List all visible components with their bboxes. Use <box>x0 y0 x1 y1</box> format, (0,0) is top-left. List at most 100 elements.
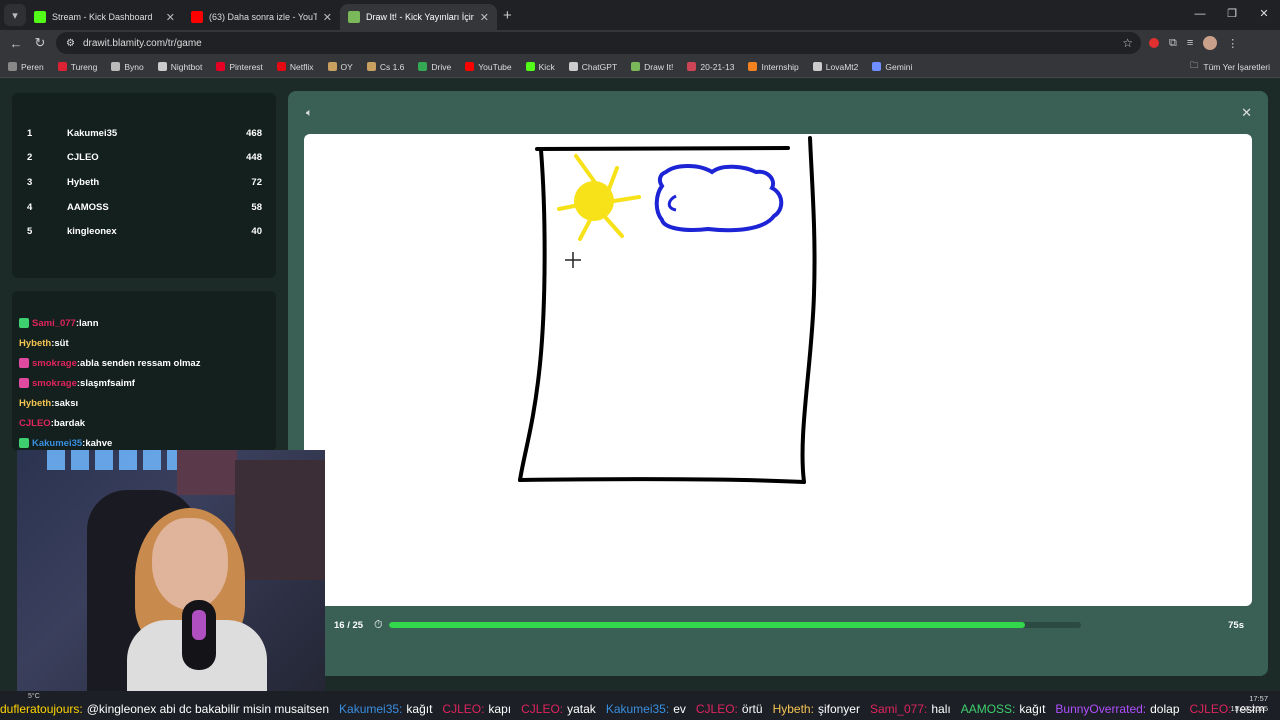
clock[interactable]: 17:57 15.02.2025 <box>1230 694 1268 714</box>
bookmarks-bar: Peren Tureng Byno Nightbot Pinterest Netflix O… <box>0 56 1280 78</box>
bookmark-item[interactable]: Cs 1.6 <box>366 61 405 72</box>
bookmark-star-icon[interactable]: ☆ <box>1122 36 1133 50</box>
chat-message: CJLEO:bardak <box>19 413 276 433</box>
bookmark-item[interactable]: Netflix <box>276 62 314 72</box>
bookmark-label: Tureng <box>70 61 98 72</box>
bookmark-item[interactable]: LovaMt2 <box>812 62 858 72</box>
chat-username[interactable]: CJLEO <box>19 418 51 429</box>
time-progress-bar <box>388 622 1081 628</box>
bookmark-item[interactable]: Pinterest <box>216 62 263 72</box>
draw-it-icon <box>348 11 360 23</box>
chat-username[interactable]: smokrage <box>32 378 77 389</box>
bookmark-item[interactable]: OY <box>327 62 353 72</box>
site-info-icon[interactable]: ⚙ <box>66 38 75 49</box>
leaderboard-row: 4 AAMOSS 58 <box>12 195 276 220</box>
close-tab-icon[interactable]: ✕ <box>166 11 175 24</box>
profile-avatar[interactable] <box>1203 36 1218 50</box>
bookmark-label: Gemini <box>885 61 913 72</box>
chat-username[interactable]: Sami_077 <box>32 318 76 329</box>
bookmark-item[interactable]: Drive <box>418 62 451 72</box>
tab-draw-it[interactable]: Draw It! - Kick Yayınları İçin Çizi ✕ <box>340 4 497 30</box>
record-extension-icon[interactable] <box>1149 38 1159 48</box>
extensions-icon[interactable]: ⧉ <box>1169 37 1177 50</box>
leaderboard-row: 1 Kakumei35 468 <box>12 121 276 146</box>
ticker-text: kapı <box>488 702 512 716</box>
weather-widget[interactable]: 5°C <box>28 693 40 700</box>
player-name: Kakumei35 <box>67 127 118 139</box>
taskbar: 5°C dufleratoujours: @kingleonex abi dc b… <box>0 691 1280 720</box>
player-name: CJLEO <box>67 152 99 164</box>
bookmark-item[interactable]: Nightbot <box>157 61 203 72</box>
score: 448 <box>246 152 262 164</box>
drawing <box>518 136 817 484</box>
ticker-text: dolap <box>1150 702 1180 716</box>
close-window-button[interactable]: ✕ <box>1248 0 1280 28</box>
minimize-button[interactable]: — <box>1184 0 1216 28</box>
bookmark-icon <box>111 62 121 71</box>
bookmark-item[interactable]: Gemini <box>872 62 912 72</box>
url-field[interactable]: ⚙ drawit.blamity.com/tr/game ☆ <box>56 32 1141 54</box>
chat-username[interactable]: Hybeth <box>19 338 51 349</box>
frame-top-stroke <box>535 146 790 151</box>
bookmark-icon <box>568 62 578 71</box>
bookmark-item[interactable]: 20-21-13 <box>687 62 734 72</box>
all-bookmarks-button[interactable]: 🗀 Tüm Yer İşaretleri <box>1190 60 1270 74</box>
tab-search-icon[interactable]: ▾ <box>4 4 26 26</box>
bookmark-item[interactable]: Internship <box>748 62 799 72</box>
frame-left-stroke <box>518 148 547 482</box>
reload-button[interactable]: ↻ <box>28 35 52 51</box>
close-tab-icon[interactable]: ✕ <box>323 11 332 24</box>
bookmark-item[interactable]: YouTube <box>465 61 512 72</box>
chat-username[interactable]: smokrage <box>32 358 77 369</box>
bookmark-item[interactable]: Tureng <box>57 61 98 72</box>
back-button[interactable]: ← <box>4 36 28 51</box>
microphone-light <box>192 610 206 640</box>
bookmark-item[interactable]: Peren <box>8 62 44 72</box>
chat-text: :saksı <box>51 397 79 409</box>
ticker-username: Kakumei35: <box>605 702 670 716</box>
round-progress: 16 / 25 ⏱ 75s <box>304 613 1252 637</box>
shelf <box>235 460 325 580</box>
ticker-text: @kingleonex abi dc bakabilir misin musai… <box>86 702 330 716</box>
bookmark-icon <box>57 62 67 71</box>
bookmark-item[interactable]: Kick <box>525 61 555 72</box>
chat-message: Hybeth:süt <box>19 333 276 353</box>
ticker-username: CJLEO: <box>695 702 738 716</box>
sound-icon[interactable]: 🔈︎ <box>306 107 313 120</box>
tab-youtube[interactable]: (63) Daha sonra izle - YouTube ✕ <box>183 4 340 30</box>
bookmark-item[interactable]: ChatGPT <box>568 62 617 72</box>
leaderboard-row: 3 Hybeth 72 <box>12 170 276 195</box>
ticker-text: ev <box>673 702 686 716</box>
player-name: AAMOSS <box>67 201 109 213</box>
bookmark-icon <box>216 62 226 71</box>
cloud-detail <box>667 194 677 212</box>
menu-icon[interactable]: ⋮ <box>1227 37 1238 50</box>
close-icon[interactable]: ✕ <box>1241 105 1252 121</box>
bookmark-label: Pinterest <box>229 61 263 72</box>
bookmark-label: Cs 1.6 <box>379 61 405 72</box>
bookmark-item[interactable]: Byno <box>111 62 144 72</box>
bookmark-label: YouTube <box>478 61 512 72</box>
chat-text: :lann <box>75 317 99 329</box>
bookmark-label: Draw It! <box>644 61 674 72</box>
new-tab-button[interactable]: + <box>503 7 512 24</box>
clock-date: 15.02.2025 <box>1230 704 1268 713</box>
chat-username[interactable]: Hybeth <box>19 398 51 409</box>
chat-username[interactable]: Kakumei35 <box>32 438 82 449</box>
bookmark-item[interactable]: Draw It! <box>631 62 673 72</box>
drawing-canvas[interactable] <box>304 134 1252 606</box>
reading-list-icon[interactable]: ≡ <box>1187 37 1193 49</box>
bookmark-label: Kick <box>538 61 555 72</box>
player-name: Hybeth <box>67 176 100 188</box>
youtube-icon <box>191 11 203 23</box>
score: 72 <box>251 176 262 188</box>
hexagon-lights <box>47 450 177 470</box>
chat-message: Kakumei35:kahve <box>19 433 276 451</box>
tab-kick-dashboard[interactable]: Stream - Kick Dashboard ✕ <box>26 4 183 30</box>
close-tab-icon[interactable]: ✕ <box>480 11 489 24</box>
webcam-overlay <box>17 450 325 695</box>
maximize-button[interactable]: ❐ <box>1216 0 1248 28</box>
time-left: 75s <box>1228 619 1244 631</box>
bookmark-label: Nightbot <box>170 61 203 72</box>
url-text: drawit.blamity.com/tr/game <box>82 37 202 49</box>
